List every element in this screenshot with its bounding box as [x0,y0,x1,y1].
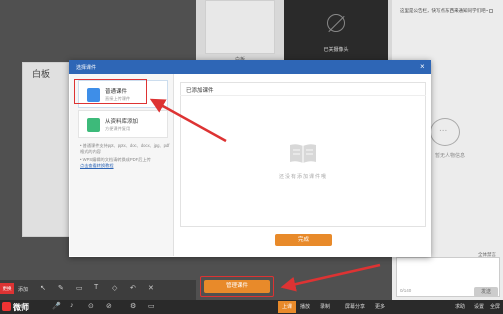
arrow-to-card [149,98,227,143]
annotation-arrows [149,98,381,292]
arrow-to-manage [280,263,381,292]
